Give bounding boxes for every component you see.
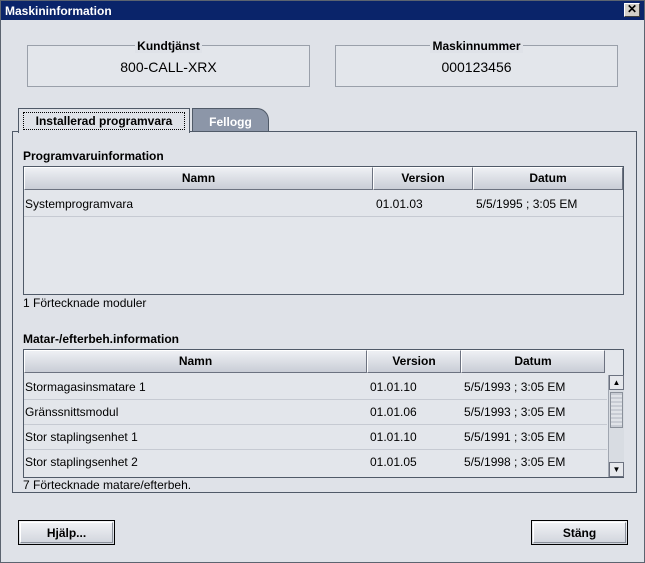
- table-row[interactable]: Stor staplingsenhet 2 01.01.05 5/5/1998 …: [24, 450, 607, 475]
- software-col-name[interactable]: Namn: [24, 167, 373, 190]
- feeder-col-name[interactable]: Namn: [24, 350, 367, 373]
- row-date: 5/5/1995 ; 3:05 EM: [476, 197, 578, 211]
- software-col-version[interactable]: Version: [373, 167, 473, 190]
- scroll-thumb[interactable]: [610, 392, 623, 428]
- close-icon[interactable]: ✕: [624, 3, 640, 17]
- customer-service-label: Kundtjänst: [135, 39, 202, 53]
- tab-installed-software-label: Installerad programvara: [23, 112, 185, 130]
- machine-number-box: Maskinnummer 000123456: [335, 39, 618, 87]
- customer-service-box: Kundtjänst 800-CALL-XRX: [27, 39, 310, 87]
- row-date: 5/5/1993 ; 3:05 EM: [464, 380, 566, 394]
- customer-service-value: 800-CALL-XRX: [120, 59, 217, 75]
- row-version: 01.01.10: [370, 430, 417, 444]
- table-row[interactable]: Gränssnittsmodul 01.01.06 5/5/1993 ; 3:0…: [24, 400, 607, 425]
- feeder-col-date[interactable]: Datum: [461, 350, 605, 373]
- close-button[interactable]: Stäng: [531, 520, 628, 545]
- software-section-title: Programvaruinformation: [23, 149, 164, 163]
- machine-info-window: Maskininformation ✕ Kundtjänst 800-CALL-…: [0, 0, 645, 563]
- row-version: 01.01.05: [370, 455, 417, 469]
- feeder-col-version[interactable]: Version: [367, 350, 461, 373]
- table-row[interactable]: Stormagasinsmatare 1 01.01.10 5/5/1993 ;…: [24, 375, 607, 400]
- title-bar: Maskininformation ✕: [1, 1, 644, 20]
- tab-error-log[interactable]: Fellogg: [192, 108, 269, 132]
- row-date: 5/5/1991 ; 3:05 EM: [464, 430, 566, 444]
- help-button-label: Hjälp...: [20, 522, 113, 543]
- feeder-scrollbar[interactable]: ▲ ▼: [608, 375, 624, 477]
- feeder-count: 7 Förtecknade matare/efterbeh.: [23, 478, 192, 492]
- row-version: 01.01.06: [370, 405, 417, 419]
- row-version: 01.01.03: [376, 197, 423, 211]
- table-row[interactable]: Stor staplingsenhet 1 01.01.10 5/5/1991 …: [24, 425, 607, 450]
- table-row[interactable]: Systemprogramvara 01.01.03 5/5/1995 ; 3:…: [24, 192, 623, 217]
- software-col-date[interactable]: Datum: [473, 167, 623, 190]
- close-button-label: Stäng: [533, 522, 626, 543]
- window-title: Maskininformation: [5, 4, 112, 18]
- feeder-section-title: Matar-/efterbeh.information: [23, 332, 180, 346]
- row-name: Stor staplingsenhet 1: [25, 430, 138, 444]
- scroll-up-icon[interactable]: ▲: [609, 375, 624, 390]
- row-name: Gränssnittsmodul: [25, 405, 119, 419]
- tab-panel: Programvaruinformation Namn Version Datu…: [12, 131, 637, 493]
- software-table: Namn Version Datum Systemprogramvara 01.…: [23, 166, 624, 295]
- machine-number-label: Maskinnummer: [430, 39, 523, 53]
- row-date: 5/5/1998 ; 3:05 EM: [464, 455, 566, 469]
- machine-number-value: 000123456: [441, 59, 512, 75]
- feeder-table: Namn Version Datum Stormagasinsmatare 1 …: [23, 349, 624, 478]
- scroll-down-icon[interactable]: ▼: [609, 462, 624, 477]
- row-name: Stormagasinsmatare 1: [25, 380, 146, 394]
- row-name: Systemprogramvara: [25, 197, 134, 211]
- tab-installed-software[interactable]: Installerad programvara: [18, 108, 190, 133]
- help-button[interactable]: Hjälp...: [18, 520, 115, 545]
- row-name: Stor staplingsenhet 2: [25, 455, 138, 469]
- row-date: 5/5/1993 ; 3:05 EM: [464, 405, 566, 419]
- row-version: 01.01.10: [370, 380, 417, 394]
- software-count: 1 Förtecknade moduler: [23, 296, 147, 310]
